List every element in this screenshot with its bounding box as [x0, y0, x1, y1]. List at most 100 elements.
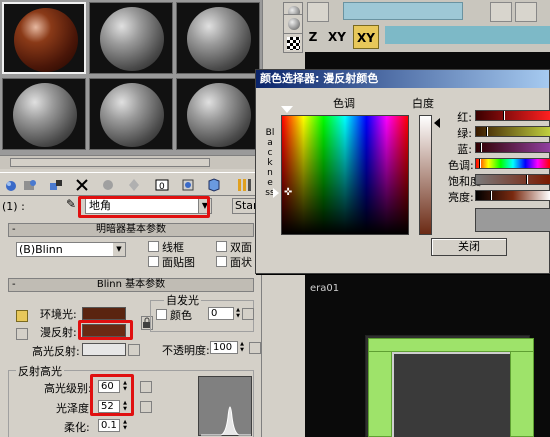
door-frame-right — [510, 338, 534, 437]
opacity-input[interactable]: 100 — [210, 341, 238, 354]
reset-icon[interactable] — [74, 177, 90, 193]
viewport-label[interactable]: era01 — [310, 283, 339, 294]
pick-material-icon[interactable]: ✎ — [66, 197, 76, 211]
self-illum-value-input[interactable]: 0 — [208, 307, 234, 320]
spinner-arrows-icon[interactable]: ▲ ▼ — [121, 419, 129, 432]
spinner-arrows-icon[interactable]: ▲ ▼ — [234, 307, 242, 320]
slider-pointer-icon[interactable] — [480, 143, 482, 152]
sample-sphere-icon — [14, 8, 78, 72]
ambient-color-swatch[interactable] — [82, 307, 126, 320]
door-frame-top — [368, 338, 534, 352]
channel-slider[interactable] — [475, 126, 550, 137]
blackness-arrow-icon[interactable] — [273, 188, 279, 198]
move-tool-button[interactable] — [307, 2, 329, 22]
slider-pointer-icon[interactable] — [486, 127, 488, 136]
highlight-box — [90, 374, 134, 416]
self-illum-color-checkbox[interactable] — [156, 309, 167, 320]
material-sample-slots — [0, 0, 262, 155]
axis-xy-button[interactable]: XY — [325, 25, 349, 49]
material-slot[interactable] — [89, 2, 173, 74]
faceted-checkbox[interactable] — [216, 256, 227, 267]
background-button[interactable] — [283, 33, 303, 53]
align-tool-button[interactable] — [515, 2, 537, 22]
make-unique-icon[interactable] — [126, 177, 142, 193]
svg-text:0: 0 — [159, 182, 165, 192]
level-label: (1) : — [2, 200, 25, 213]
close-button[interactable]: 关闭 — [431, 238, 507, 256]
material-id-icon[interactable]: 0 — [154, 177, 170, 193]
lock-diffuse-specular-button[interactable] — [16, 328, 28, 340]
channel-slider[interactable] — [475, 142, 550, 153]
hue-blackness-field[interactable] — [281, 115, 409, 235]
lock-ambient-diffuse-button[interactable] — [16, 310, 28, 322]
channel-slider[interactable] — [475, 158, 550, 169]
door-frame-left — [368, 338, 392, 437]
slider-pointer-icon[interactable] — [526, 175, 528, 184]
two-sided-checkbox[interactable] — [216, 241, 227, 252]
get-material-icon[interactable] — [3, 177, 19, 193]
opacity-map-button[interactable] — [249, 342, 261, 354]
slider-pointer-icon[interactable] — [503, 111, 505, 120]
checker-icon — [287, 37, 300, 50]
diffuse-label: 漫反射: — [40, 326, 77, 339]
material-editor-toolbar: 0 — [0, 172, 262, 196]
highlight-box — [78, 196, 210, 218]
wire-checkbox[interactable] — [148, 241, 159, 252]
shader-select-value: (B)Blinn — [19, 243, 63, 256]
channel-slider[interactable] — [475, 190, 550, 201]
channel-label: 色调: — [448, 159, 474, 172]
selection-set-field[interactable] — [343, 2, 463, 20]
show-map-icon[interactable] — [180, 177, 196, 193]
whiteness-pointer-icon[interactable] — [434, 118, 440, 128]
blinn-rollout-header[interactable]: - Blinn 基本参数 — [8, 278, 254, 292]
highlight-box — [78, 320, 133, 340]
material-slot[interactable] — [2, 78, 86, 150]
shader-rollout-title: 明暗器基本参数 — [96, 224, 166, 235]
channel-slider[interactable] — [475, 110, 550, 121]
material-slot[interactable] — [89, 78, 173, 150]
dialog-title[interactable]: 颜色选择器: 漫反射颜色 — [256, 70, 549, 88]
show-end-result-icon[interactable] — [206, 177, 222, 193]
face-map-label: 面贴图 — [162, 256, 195, 269]
slots-scrollbar[interactable] — [0, 155, 262, 169]
material-parameters: - 明暗器基本参数 (B)Blinn ▼ 线框 双面 面贴图 面状 - Blinn … — [0, 218, 262, 437]
scrollbar-thumb[interactable] — [10, 158, 210, 167]
axis-z-button[interactable]: Z — [305, 25, 321, 49]
shader-select[interactable]: (B)Blinn ▼ — [16, 242, 126, 257]
hue-marker-icon[interactable] — [281, 106, 293, 113]
slider-pointer-icon[interactable] — [479, 159, 481, 168]
material-slot[interactable] — [2, 2, 86, 74]
specular-map-button[interactable] — [128, 344, 140, 356]
blinn-rollout-title: Blinn 基本参数 — [96, 279, 166, 290]
axis-xy-active-button[interactable]: XY — [353, 25, 379, 49]
specular-color-swatch[interactable] — [82, 343, 126, 356]
specular-highlights-title: 反射高光 — [16, 363, 64, 379]
whiteness-strip[interactable] — [419, 115, 432, 235]
glossiness-label: 光泽度: — [56, 402, 93, 415]
glossiness-map-button[interactable] — [140, 401, 152, 413]
channel-label: 饱和度: — [448, 175, 485, 188]
assign-material-icon[interactable] — [48, 177, 64, 193]
spinner-arrows-icon[interactable]: ▲ ▼ — [238, 341, 246, 354]
make-copy-icon[interactable] — [100, 177, 116, 193]
soften-input[interactable]: 0.1 — [98, 419, 120, 432]
slider-pointer-icon[interactable] — [490, 191, 492, 200]
self-illum-map-button[interactable] — [242, 308, 254, 320]
shader-rollout-header[interactable]: - 明暗器基本参数 — [8, 223, 254, 237]
channel-label: 绿: — [457, 127, 472, 140]
specular-label: 高光反射: — [32, 345, 80, 358]
self-illumination-title: 自发光 — [164, 292, 201, 308]
channel-slider[interactable] — [475, 174, 550, 185]
face-map-checkbox[interactable] — [148, 256, 159, 267]
material-slot[interactable] — [176, 78, 260, 150]
specular-level-map-button[interactable] — [140, 381, 152, 393]
backlight-button[interactable] — [283, 14, 303, 34]
wire-label: 线框 — [162, 241, 184, 254]
specular-level-label: 高光级别: — [44, 382, 92, 395]
go-to-parent-icon[interactable] — [236, 177, 252, 193]
put-to-scene-icon[interactable] — [22, 177, 38, 193]
mirror-tool-button[interactable] — [490, 2, 512, 22]
sample-sphere-icon — [13, 83, 77, 147]
material-slot[interactable] — [176, 2, 260, 74]
crosshair-icon[interactable]: ✜ — [284, 187, 292, 198]
